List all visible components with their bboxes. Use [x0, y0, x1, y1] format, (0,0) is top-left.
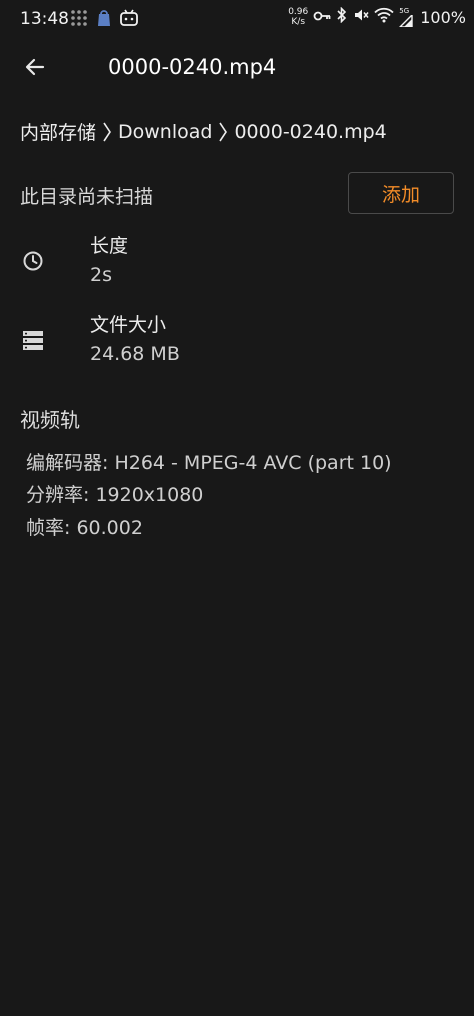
file-size-label: 文件大小: [90, 314, 167, 336]
back-button[interactable]: [14, 48, 56, 90]
chevron-right-icon: [102, 121, 112, 143]
video-track-title: 视频轨: [20, 408, 80, 432]
chevron-right-icon: [218, 121, 228, 143]
page-title: 0000-0240.mp4: [108, 55, 277, 79]
mute-icon: [353, 7, 369, 27]
duration-value: 2s: [90, 264, 112, 286]
video-codec-line: 编解码器: H264 - MPEG-4 AVC (part 10): [26, 452, 392, 474]
speed-value: 0.96: [288, 7, 309, 17]
breadcrumb: 内部存储 Download 0000-0240.mp4: [20, 118, 387, 145]
video-framerate-line: 帧率: 60.002: [26, 517, 143, 539]
clock-icon: [21, 249, 45, 273]
speed-unit: K/s: [291, 17, 306, 27]
back-arrow-icon: [23, 55, 47, 83]
breadcrumb-internal-storage[interactable]: 内部存储: [20, 118, 96, 145]
scan-row: 此目录尚未扫描 添加: [20, 172, 454, 218]
status-time: 13:48: [20, 9, 69, 29]
breadcrumb-download[interactable]: Download: [118, 121, 212, 143]
video-resolution-line: 分辨率: 1920x1080: [26, 484, 204, 506]
network-type-label: 5G: [399, 6, 410, 15]
status-bar: 13:48 0.96 K/s 5G 100%: [0, 0, 474, 40]
info-duration: 长度 2s: [0, 231, 474, 295]
duration-label: 长度: [90, 235, 129, 257]
app-bag-icon: [96, 9, 112, 31]
info-file-size: 文件大小 24.68 MB: [0, 310, 474, 374]
grid-dots-icon: [70, 9, 88, 31]
wifi-icon: [374, 7, 394, 27]
storage-icon: [21, 328, 45, 352]
status-system-icons: 0.96 K/s 5G 100%: [288, 6, 466, 27]
cellular-signal-icon: 5G: [399, 6, 413, 27]
add-button[interactable]: 添加: [348, 172, 454, 214]
bluetooth-icon: [336, 6, 348, 27]
app-bar: 0000-0240.mp4: [0, 40, 474, 96]
scan-status-text: 此目录尚未扫描: [20, 186, 154, 208]
breadcrumb-current-file: 0000-0240.mp4: [234, 120, 387, 143]
bilibili-tv-icon: [120, 9, 138, 31]
status-notification-icons: [70, 9, 138, 31]
battery-percent: 100%: [420, 7, 466, 27]
network-speed: 0.96 K/s: [288, 7, 308, 27]
file-size-value: 24.68 MB: [90, 343, 180, 365]
key-icon: [313, 8, 331, 27]
